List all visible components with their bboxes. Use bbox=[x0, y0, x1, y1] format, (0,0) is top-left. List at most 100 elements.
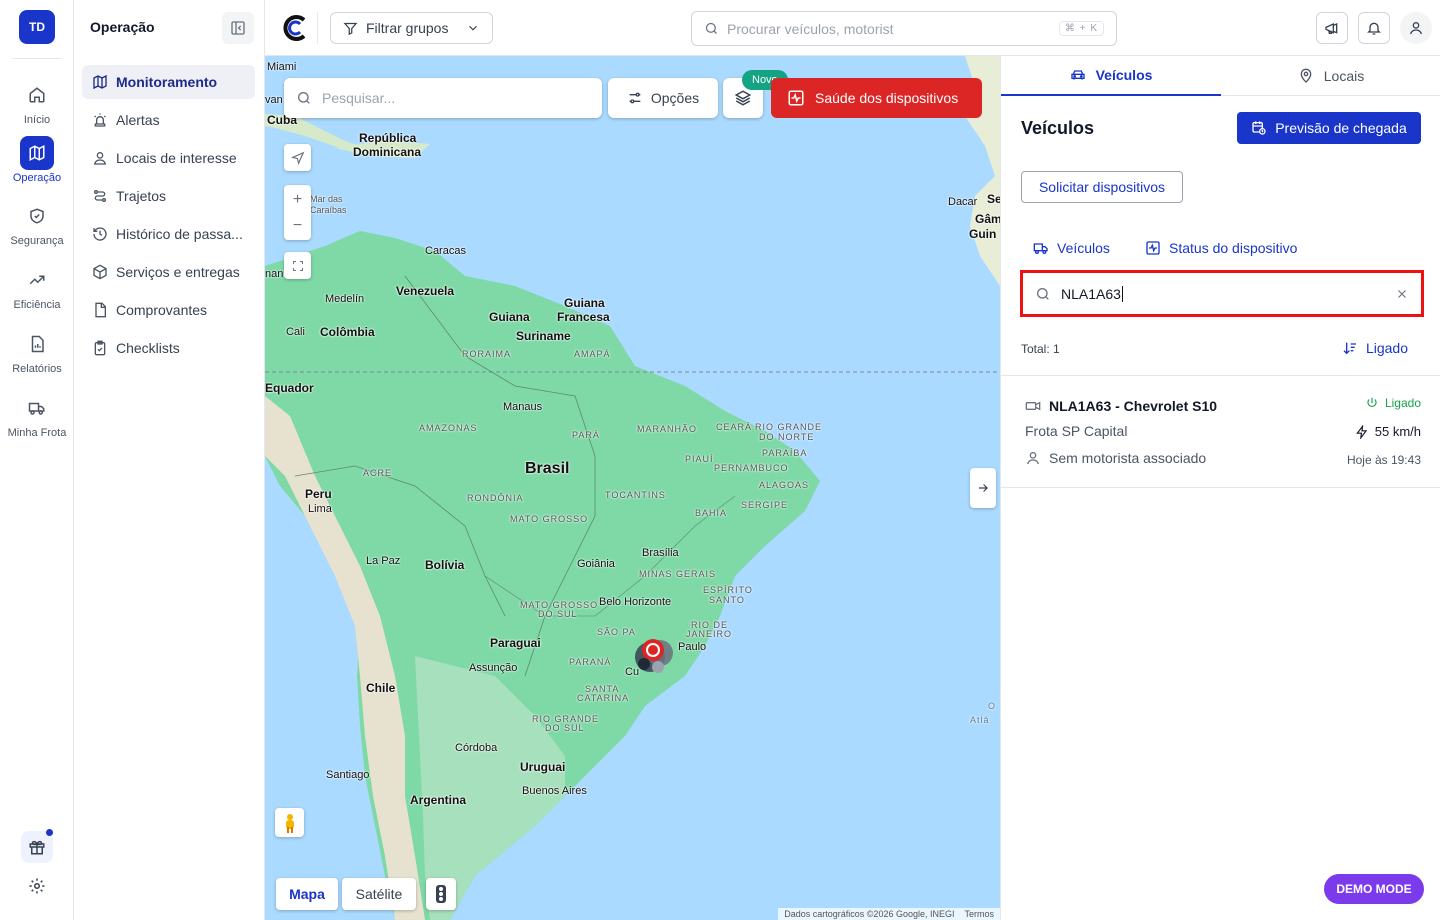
user-avatar[interactable]: TD bbox=[19, 10, 55, 44]
settings-button[interactable] bbox=[21, 870, 53, 902]
panel-collapse-icon bbox=[231, 21, 245, 35]
sidebar-item-monitoramento[interactable]: Monitoramento bbox=[82, 65, 255, 99]
sidebar-item-alertas[interactable]: Alertas bbox=[82, 103, 255, 137]
sidebar-item-trajetos[interactable]: Trajetos bbox=[82, 179, 255, 213]
map-label: ESPÍRITO bbox=[703, 585, 753, 595]
navigation-icon bbox=[290, 151, 304, 165]
device-health-label: Saúde dos dispositivos bbox=[815, 90, 959, 106]
locate-button[interactable] bbox=[284, 144, 311, 171]
attribution-text: Dados cartográficos ©2026 Google, INEGI bbox=[784, 909, 955, 919]
fullscreen-button[interactable] bbox=[284, 252, 311, 279]
traffic-light-icon bbox=[436, 885, 446, 903]
subtab-vehicles[interactable]: Veículos bbox=[1033, 240, 1110, 256]
map-label: SANTO bbox=[709, 595, 745, 605]
zoom-in-icon[interactable]: + bbox=[293, 187, 302, 213]
map-label: Brasil bbox=[525, 460, 570, 477]
sidebar-item-comprovantes[interactable]: Comprovantes bbox=[82, 293, 255, 327]
map-label: DO SUL bbox=[538, 609, 578, 619]
map-options-label: Opções bbox=[650, 90, 700, 106]
map-label: Equador bbox=[265, 381, 314, 395]
rail-item-seguranca[interactable]: Segurança bbox=[0, 199, 74, 247]
traffic-button[interactable] bbox=[426, 878, 456, 910]
notification-dot bbox=[46, 829, 53, 836]
search-icon bbox=[705, 22, 717, 34]
request-devices-button[interactable]: Solicitar dispositivos bbox=[1021, 171, 1183, 203]
vehicle-status: Ligado bbox=[1365, 396, 1421, 410]
clipboard-check-icon bbox=[94, 340, 106, 356]
map-label: Peru bbox=[305, 487, 332, 501]
vehicles-panel: Veículos Locais Veículos Previsão de che… bbox=[1000, 56, 1440, 920]
map-label: Se bbox=[987, 192, 1000, 206]
vehicle-list-item[interactable]: NLA1A63 - Chevrolet S10 Frota SP Capital… bbox=[1001, 376, 1440, 488]
map-icon bbox=[93, 74, 107, 90]
sidebar-item-servicos[interactable]: Serviços e entregas bbox=[82, 255, 255, 289]
map-label: PARAÍBA bbox=[762, 448, 808, 458]
device-health-button[interactable]: Saúde dos dispositivos bbox=[771, 78, 982, 118]
sidebar-item-locais[interactable]: Locais de interesse bbox=[82, 141, 255, 175]
map-label: Córdoba bbox=[455, 742, 498, 754]
notifications-button[interactable] bbox=[1358, 12, 1390, 44]
tab-vehicles[interactable]: Veículos bbox=[1001, 56, 1221, 96]
global-search-placeholder: Procurar veículos, motorist bbox=[727, 20, 894, 37]
subtab-device-status[interactable]: Status do dispositivo bbox=[1145, 240, 1297, 256]
sidebar-item-checklists[interactable]: Checklists bbox=[82, 331, 255, 365]
map-search-input[interactable]: Pesquisar... bbox=[284, 78, 602, 118]
tab-places[interactable]: Locais bbox=[1221, 56, 1440, 96]
sort-label: Ligado bbox=[1365, 340, 1408, 356]
expand-panel-button[interactable] bbox=[970, 468, 996, 508]
map-label: Argentina bbox=[410, 793, 467, 807]
announcements-button[interactable] bbox=[1316, 12, 1348, 44]
gift-icon bbox=[29, 840, 45, 855]
eta-button[interactable]: Previsão de chegada bbox=[1237, 112, 1421, 144]
subtab-status-label: Status do dispositivo bbox=[1169, 240, 1298, 256]
report-icon bbox=[20, 327, 54, 361]
panel-title: Veículos bbox=[1021, 118, 1095, 138]
rail-item-operacao[interactable]: Operação bbox=[0, 136, 74, 184]
close-icon[interactable] bbox=[1395, 287, 1409, 301]
brand-logo[interactable] bbox=[279, 13, 309, 43]
map-attribution: Dados cartográficos ©2026 Google, INEGI … bbox=[778, 908, 1000, 920]
profile-button[interactable] bbox=[1400, 12, 1432, 44]
gift-button[interactable] bbox=[21, 829, 53, 863]
rail-item-eficiencia[interactable]: Eficiência bbox=[0, 263, 74, 311]
map-search-placeholder: Pesquisar... bbox=[322, 90, 396, 106]
map-label: MATO GROSSO bbox=[510, 514, 589, 524]
rail-item-label: Minha Frota bbox=[7, 427, 67, 439]
collapse-sidebar-button[interactable] bbox=[222, 12, 254, 44]
vehicle-cluster-marker[interactable] bbox=[628, 631, 678, 679]
sort-icon bbox=[1343, 342, 1356, 355]
map-type-satellite-button[interactable]: Satélite bbox=[342, 878, 416, 910]
map-label: Buenos Aires bbox=[522, 785, 587, 797]
map-label: PERNAMBUCO bbox=[714, 463, 789, 473]
street-view-button[interactable] bbox=[275, 808, 304, 837]
chevron-down-icon bbox=[469, 25, 477, 31]
map-terrain bbox=[265, 56, 1000, 920]
rail-item-relatorios[interactable]: Relatórios bbox=[0, 327, 74, 375]
map-label: JANEIRO bbox=[686, 629, 733, 639]
home-icon bbox=[20, 78, 54, 112]
rail-item-inicio[interactable]: Início bbox=[0, 78, 74, 126]
map-options-button[interactable]: Opções bbox=[608, 78, 718, 118]
map-type-map-button[interactable]: Mapa bbox=[276, 878, 338, 910]
global-search-input[interactable]: Procurar veículos, motorist ⌘ + K bbox=[691, 11, 1117, 46]
siren-icon bbox=[94, 113, 106, 127]
map-label: CEARÁ bbox=[716, 422, 753, 432]
rail-item-minha-frota[interactable]: Minha Frota bbox=[0, 391, 74, 439]
fullscreen-icon bbox=[292, 260, 303, 271]
filter-groups-button[interactable]: Filtrar grupos bbox=[330, 12, 493, 44]
sort-button[interactable]: Ligado bbox=[1342, 340, 1408, 356]
map-label: Bolívia bbox=[425, 558, 465, 572]
sidebar-item-historico[interactable]: Histórico de passa... bbox=[82, 217, 255, 251]
gear-icon bbox=[29, 878, 45, 894]
vehicle-search-input[interactable]: NLA1A63 bbox=[1020, 270, 1424, 317]
sidebar-item-label: Histórico de passa... bbox=[116, 226, 243, 242]
map-view[interactable]: Miami van Cuba República Dominicana Mar … bbox=[265, 56, 1000, 920]
user-icon bbox=[1027, 452, 1039, 465]
map-label: ALAGOAS bbox=[759, 480, 810, 490]
terms-link[interactable]: Termos bbox=[964, 909, 994, 919]
zoom-out-icon[interactable]: − bbox=[293, 213, 302, 239]
secondary-sidebar: Operação Monitoramento Alertas Locais de… bbox=[74, 0, 265, 920]
map-label: Manaus bbox=[503, 401, 543, 413]
sliders-icon bbox=[629, 92, 641, 104]
vehicle-name: NLA1A63 - Chevrolet S10 bbox=[1049, 398, 1218, 414]
